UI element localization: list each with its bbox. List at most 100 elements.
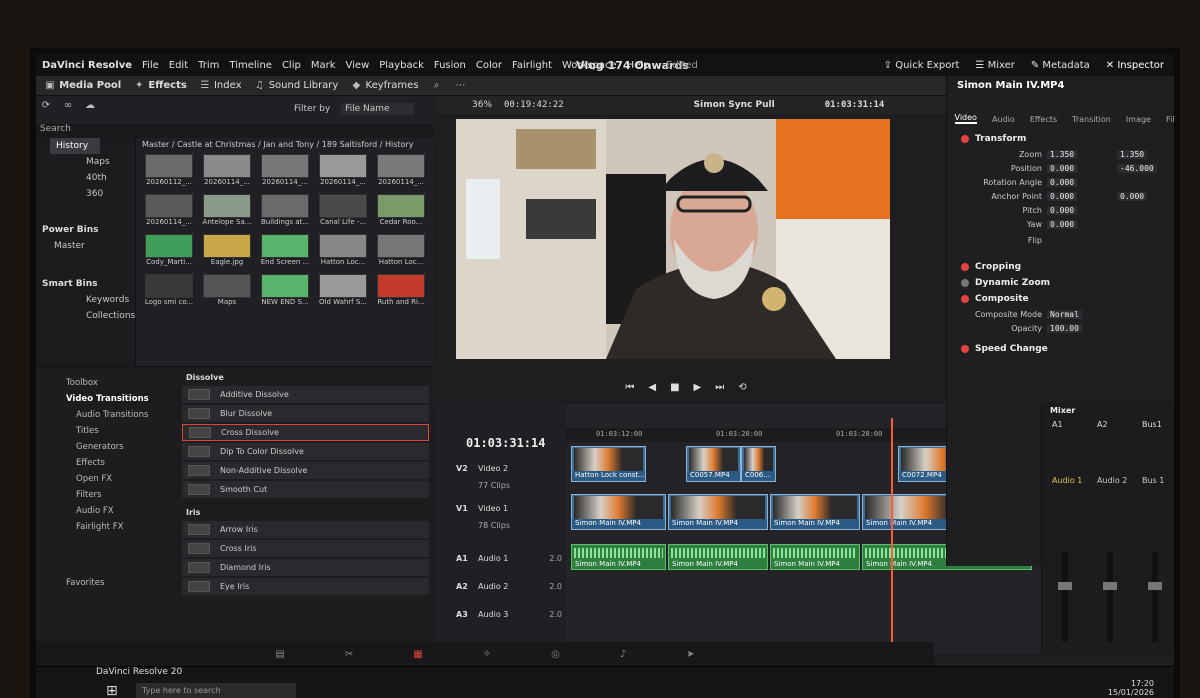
transition-item[interactable]: Diamond Iris xyxy=(182,559,429,576)
fx-category[interactable]: Effects xyxy=(36,455,156,471)
param-value[interactable]: Normal xyxy=(1047,310,1082,319)
inspector-section[interactable]: Dynamic Zoom xyxy=(961,278,1050,288)
param-value[interactable]: 1.350 xyxy=(1047,150,1078,159)
section-toggle-icon[interactable] xyxy=(961,262,969,271)
section-toggle-icon[interactable] xyxy=(961,294,969,303)
edit-page-icon[interactable]: ▦ xyxy=(413,649,422,660)
media-clip[interactable]: Maps xyxy=(198,274,256,310)
param-value[interactable]: 0.000 xyxy=(1047,178,1078,187)
mixer-fader[interactable] xyxy=(1103,552,1117,642)
index-tab[interactable]: ☰ Index xyxy=(199,80,241,92)
sync-icon[interactable]: ⟳ xyxy=(40,100,52,112)
fx-category[interactable]: Audio FX xyxy=(36,503,156,519)
param-value[interactable]: 0.000 xyxy=(1047,192,1078,201)
param-value[interactable]: 100.00 xyxy=(1047,324,1082,333)
param-value[interactable]: 1.350 xyxy=(1117,150,1148,159)
inspector-tab[interactable]: Audio xyxy=(992,115,1015,124)
media-clip[interactable]: 20260114_... xyxy=(372,154,430,190)
previous-icon[interactable]: ⏮ xyxy=(625,382,634,393)
viewer-frame[interactable] xyxy=(456,119,890,359)
keyframes-tab[interactable]: ◆ Keyframes xyxy=(350,80,418,92)
media-clip[interactable]: Hatton Loc... xyxy=(314,234,372,270)
fx-category[interactable]: Video Transitions xyxy=(36,391,156,407)
transition-item[interactable]: Blur Dissolve xyxy=(182,405,429,422)
windows-start-icon[interactable]: ⊞ xyxy=(106,683,118,698)
mixer-button[interactable]: ☰ Mixer xyxy=(975,60,1014,71)
search-input[interactable]: Search xyxy=(36,124,434,138)
bin-history[interactable]: History xyxy=(50,138,100,154)
param-value[interactable]: 0.000 xyxy=(1047,164,1078,173)
track-header[interactable]: V2 Video 2 77 Clips xyxy=(436,464,566,490)
menu-playback[interactable]: Playback xyxy=(379,60,424,71)
fader-knob[interactable] xyxy=(1148,582,1162,590)
audio-clip[interactable]: Simon Main IV.MP4 xyxy=(770,544,860,570)
mixer-fader[interactable] xyxy=(1148,552,1162,642)
link-icon[interactable]: ∞ xyxy=(62,100,74,112)
viewer-clip-name[interactable]: Simon Sync Pull xyxy=(694,100,775,110)
inspector-tab[interactable]: File xyxy=(1166,115,1174,124)
fx-category[interactable]: Generators xyxy=(36,439,156,455)
menu-file[interactable]: File xyxy=(142,60,159,71)
param-value[interactable]: 0.000 xyxy=(1047,220,1078,229)
media-clip[interactable]: Old Wahrf S... xyxy=(314,274,372,310)
menu-trim[interactable]: Trim xyxy=(198,60,219,71)
menu-timeline[interactable]: Timeline xyxy=(229,60,272,71)
media-clip[interactable]: Hatton Loc... xyxy=(372,234,430,270)
menu-edit[interactable]: Edit xyxy=(169,60,188,71)
param-value[interactable]: 0.000 xyxy=(1047,206,1078,215)
media-clip[interactable]: Canal Life -... xyxy=(314,194,372,230)
fusion-page-icon[interactable]: ✧ xyxy=(483,649,491,660)
media-clip[interactable]: 20260112_... xyxy=(140,154,198,190)
menu-clip[interactable]: Clip xyxy=(282,60,301,71)
fx-category[interactable]: Filters xyxy=(36,487,156,503)
power-bin-master[interactable]: Master xyxy=(36,238,135,254)
fx-category[interactable]: Fairlight FX xyxy=(36,519,156,535)
effects-tab[interactable]: ✦ Effects xyxy=(133,80,187,92)
more-options-icon[interactable]: ⋯ xyxy=(455,80,467,92)
transition-item[interactable]: Dip To Color Dissolve xyxy=(182,443,429,460)
media-page-icon[interactable]: ▤ xyxy=(275,649,284,660)
menu-mark[interactable]: Mark xyxy=(311,60,336,71)
video-clip[interactable]: Simon Main IV.MP4 xyxy=(571,494,666,530)
media-clip[interactable]: 20260114_... xyxy=(256,154,314,190)
fx-category[interactable]: Audio Transitions xyxy=(36,407,156,423)
transition-item[interactable]: Non-Additive Dissolve xyxy=(182,462,429,479)
param-value[interactable]: 0.000 xyxy=(1117,192,1148,201)
inspector-tab[interactable]: Image xyxy=(1126,115,1151,124)
video-clip[interactable]: C0057.MP4 xyxy=(686,446,741,482)
cut-page-icon[interactable]: ✂ xyxy=(345,649,353,660)
inspector-section[interactable]: Cropping xyxy=(961,262,1021,272)
play-icon[interactable]: ▶ xyxy=(694,382,702,393)
audio-clip[interactable]: Simon Main IV.MP4 xyxy=(571,544,666,570)
cloud-icon[interactable]: ☁ xyxy=(84,100,96,112)
app-menu[interactable]: DaVinci Resolve xyxy=(42,60,132,71)
menu-fairlight[interactable]: Fairlight xyxy=(512,60,552,71)
section-toggle-icon[interactable] xyxy=(961,278,969,287)
reverse-icon[interactable]: ◀ xyxy=(648,382,656,393)
media-clip[interactable]: Ruth and Ri... xyxy=(372,274,430,310)
fx-category[interactable]: Toolbox xyxy=(36,375,156,391)
media-clip[interactable]: NEW END S... xyxy=(256,274,314,310)
media-clip[interactable]: 20260114_... xyxy=(314,154,372,190)
track-header[interactable]: A3 Audio 3 2.0 xyxy=(436,610,566,619)
media-clip[interactable]: Cody_Marti... xyxy=(140,234,198,270)
media-clip[interactable]: Antelope Sa... xyxy=(198,194,256,230)
bin-maps[interactable]: Maps xyxy=(36,154,135,170)
transition-item[interactable]: Smooth Cut xyxy=(182,481,429,498)
playhead[interactable] xyxy=(891,418,893,654)
media-clip[interactable]: 20260114_... xyxy=(140,194,198,230)
media-clip[interactable]: Logo smi co... xyxy=(140,274,198,310)
menu-color[interactable]: Color xyxy=(476,60,502,71)
media-clip[interactable]: Cedar Roo... xyxy=(372,194,430,230)
menu-fusion[interactable]: Fusion xyxy=(434,60,466,71)
transition-item[interactable]: Additive Dissolve xyxy=(182,386,429,403)
inspector-tab[interactable]: Video xyxy=(954,113,977,124)
param-value[interactable]: -46.000 xyxy=(1117,164,1157,173)
menu-view[interactable]: View xyxy=(346,60,370,71)
video-clip[interactable]: Simon Main IV.MP4 xyxy=(770,494,860,530)
track-header[interactable]: V1 Video 1 78 Clips xyxy=(436,504,566,530)
quick-export-button[interactable]: ⇪ Quick Export xyxy=(884,60,960,71)
bin-360[interactable]: 360 xyxy=(36,186,135,202)
smart-bin-keywords[interactable]: Keywords xyxy=(36,292,135,308)
taskbar-search-input[interactable]: Type here to search xyxy=(136,683,296,698)
